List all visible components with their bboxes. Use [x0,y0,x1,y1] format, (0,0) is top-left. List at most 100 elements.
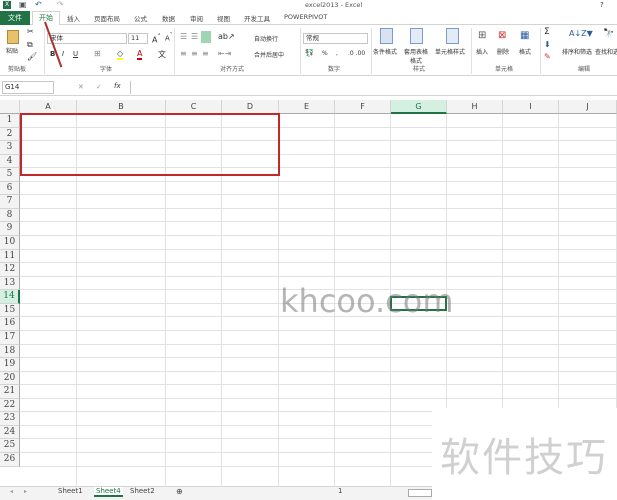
scroll-left-icon[interactable]: ◂ [10,488,13,495]
tab-powerpivot[interactable]: POWERPIVOT [284,13,327,21]
fill-icon[interactable]: ⬇ [544,40,551,49]
row-header-24[interactable]: 24 [0,425,20,440]
sheet-tab-sheet2[interactable]: Sheet2 [130,487,155,495]
cancel-icon[interactable]: ✕ [78,83,84,91]
help-button[interactable]: ? [600,1,604,9]
table-format-icon[interactable] [410,28,423,44]
align-right-icon[interactable]: ≡ [202,49,209,58]
italic-button[interactable]: I [62,50,64,58]
paste-icon[interactable] [7,30,19,44]
tab-insert[interactable]: 插入 [67,13,80,23]
autosum-button[interactable]: Σ [544,27,550,37]
merge-center-button[interactable]: 合并后居中 [254,50,284,59]
align-middle-icon[interactable]: ☰ [191,32,198,41]
copy-icon[interactable]: ⧉ [27,40,33,50]
row-header-9[interactable]: 9 [0,222,20,237]
row-header-4[interactable]: 4 [0,154,20,169]
conditional-format-button[interactable]: 条件格式 [373,47,397,56]
sort-filter-icon[interactable]: A↓Z▼ [569,29,593,38]
grow-font-icon[interactable]: A˄ [152,33,161,45]
row-header-8[interactable]: 8 [0,208,20,223]
insert-function-icon[interactable]: fx [114,82,121,90]
orientation-icon[interactable]: ab↗ [218,32,235,41]
row-header-16[interactable]: 16 [0,317,20,331]
column-header-I[interactable]: I [503,100,559,114]
format-as-table-button[interactable]: 套用表格格式 [402,47,430,65]
align-top-icon[interactable]: ☰ [180,32,187,41]
cut-icon[interactable]: ✂ [27,27,34,36]
name-box[interactable]: G14 [2,81,54,94]
conditional-format-icon[interactable] [380,28,393,44]
font-size-select[interactable]: 11 [128,33,148,44]
format-cells-icon[interactable]: ▦ [520,30,529,41]
indent-icon[interactable]: ⇤⇥ [218,49,231,58]
row-header-19[interactable]: 19 [0,358,20,372]
row-header-10[interactable]: 10 [0,236,20,250]
tab-developer[interactable]: 开发工具 [244,13,270,23]
column-header-G[interactable]: G [391,100,447,114]
sort-filter-button[interactable]: 排序和筛选 [562,47,592,56]
row-header-15[interactable]: 15 [0,303,20,318]
insert-cells-icon[interactable]: ⊞ [478,30,486,41]
font-color-icon[interactable]: A [137,49,143,60]
sheet-tab-sheet1[interactable]: Sheet1 [58,487,83,495]
cell-styles-icon[interactable] [446,28,459,44]
confirm-icon[interactable]: ✓ [96,83,102,91]
phonetic-icon[interactable]: 文 [158,49,166,60]
wrap-text-button[interactable]: 自动换行 [254,34,278,43]
clear-icon[interactable]: ✎ [544,52,551,61]
column-header-A[interactable]: A [20,100,77,114]
column-header-D[interactable]: D [222,100,279,114]
percent-button[interactable]: % [322,50,328,57]
align-left-icon[interactable]: ≡ [180,49,187,58]
border-icon[interactable]: ⊞ [94,49,101,58]
row-header-5[interactable]: 5 [0,168,20,182]
row-header-3[interactable]: 3 [0,141,20,155]
row-header-22[interactable]: 22 [0,398,20,413]
paste-button[interactable]: 粘贴 [6,46,18,55]
row-header-20[interactable]: 20 [0,371,20,386]
select-all-corner[interactable] [0,100,20,114]
column-header-E[interactable]: E [279,100,335,114]
new-sheet-icon[interactable]: ⊕ [176,487,183,496]
horizontal-scrollbar[interactable] [408,489,432,497]
undo-icon[interactable]: ↶ [35,0,42,9]
underline-button[interactable]: U [73,50,78,58]
column-header-H[interactable]: H [447,100,503,114]
row-header-2[interactable]: 2 [0,127,20,142]
find-select-button[interactable]: 查找和选择 [595,47,617,56]
currency-icon[interactable]: 💱 [305,49,314,57]
tab-file[interactable]: 文件 [0,11,30,25]
column-header-J[interactable]: J [559,100,617,114]
format-cells-button[interactable]: 格式 [519,47,531,56]
format-painter-icon[interactable]: 🖌 [27,52,37,61]
align-center-icon[interactable]: ≡ [191,49,198,58]
tab-review[interactable]: 审阅 [190,13,203,23]
delete-cells-button[interactable]: 删除 [497,47,509,56]
row-header-13[interactable]: 13 [0,276,20,291]
shrink-font-icon[interactable]: A˅ [165,33,173,42]
fill-color-icon[interactable]: ◇ [117,49,124,60]
sheet-tab-sheet4[interactable]: Sheet4 [94,487,123,497]
row-header-23[interactable]: 23 [0,412,20,426]
row-header-1[interactable]: 1 [0,114,20,128]
save-icon[interactable]: ▣ [19,0,27,9]
cell-styles-button[interactable]: 单元格样式 [435,47,465,56]
tab-data[interactable]: 数据 [162,13,175,23]
row-header-7[interactable]: 7 [0,195,20,209]
row-header-21[interactable]: 21 [0,385,20,399]
comma-button[interactable]: , [336,50,338,57]
formula-input[interactable] [130,81,617,94]
row-header-25[interactable]: 25 [0,439,20,453]
column-header-B[interactable]: B [77,100,166,114]
scroll-right-icon[interactable]: ▸ [24,488,27,495]
insert-cells-button[interactable]: 插入 [476,47,488,56]
row-header-6[interactable]: 6 [0,181,20,196]
row-header-12[interactable]: 12 [0,263,20,277]
redo-icon[interactable]: ↷ [57,0,64,9]
row-header-14[interactable]: 14 [0,290,20,304]
row-header-18[interactable]: 18 [0,344,20,359]
row-header-26[interactable]: 26 [0,453,20,467]
column-header-F[interactable]: F [335,100,391,114]
tab-formulas[interactable]: 公式 [134,13,147,23]
